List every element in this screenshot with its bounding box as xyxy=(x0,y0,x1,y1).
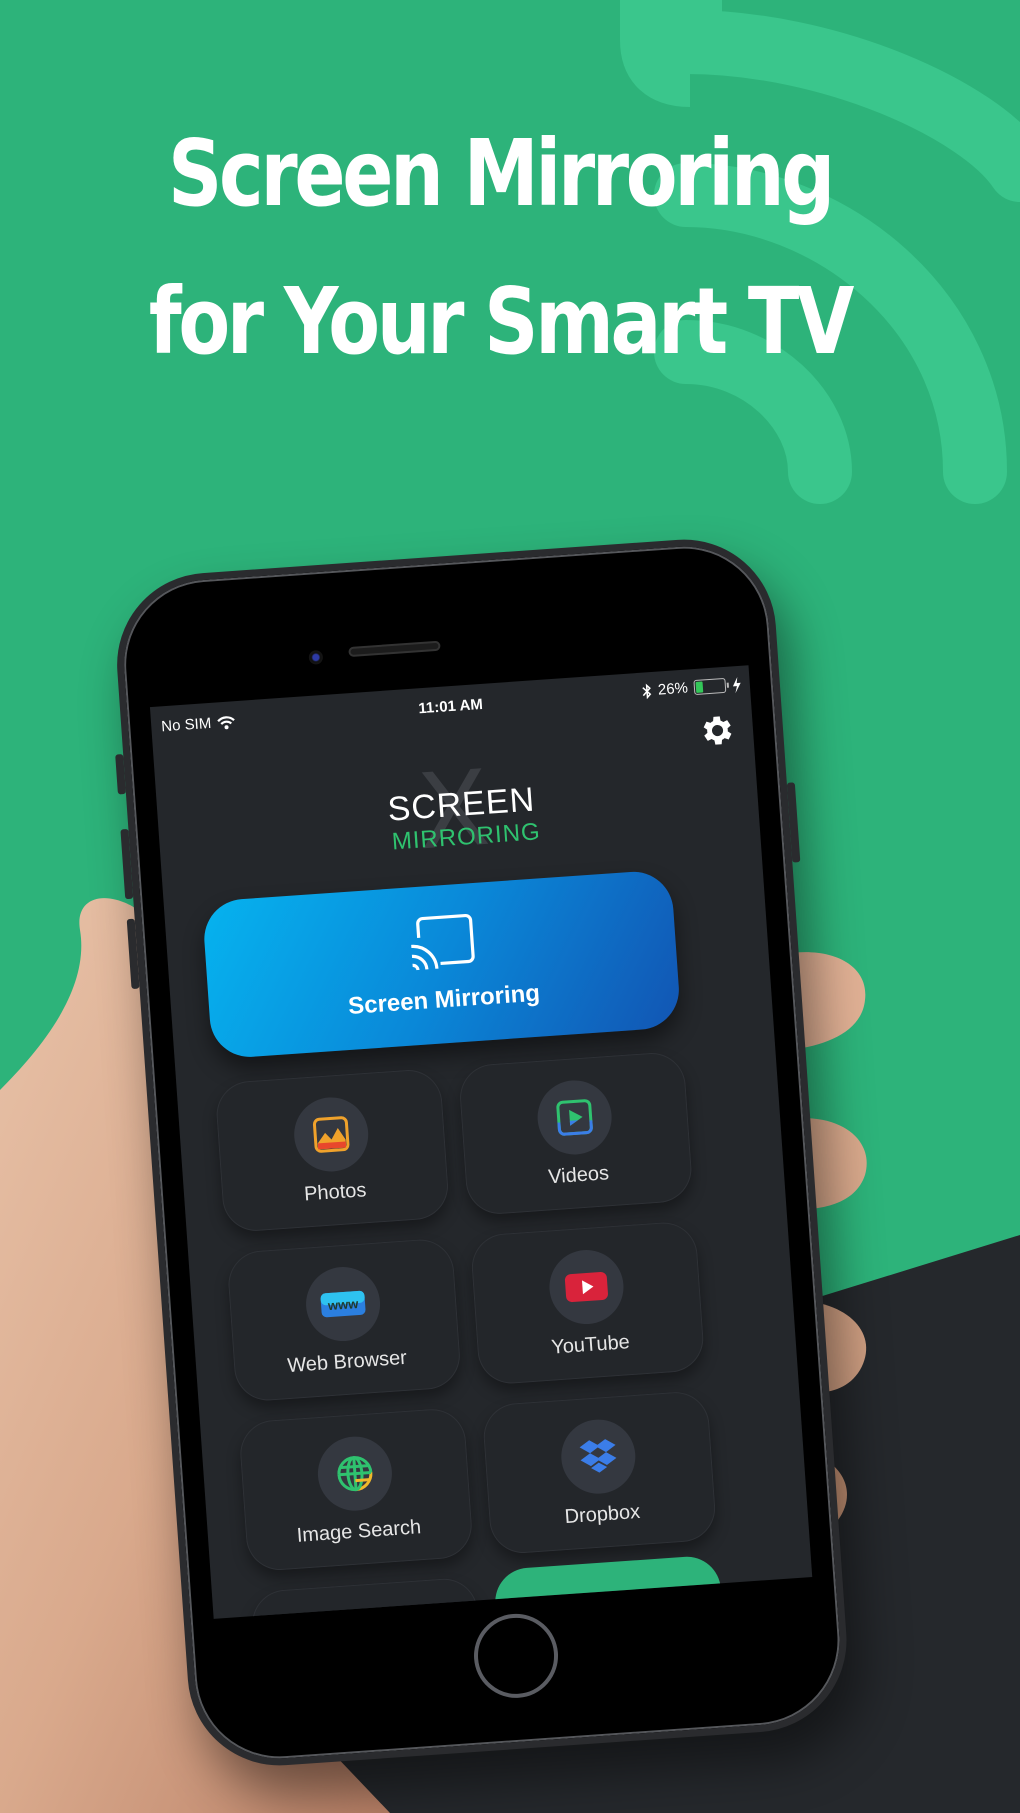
tile-web-browser[interactable]: www Web Browser xyxy=(226,1237,463,1403)
tile-label: YouTube xyxy=(550,1330,631,1359)
tile-videos[interactable]: Videos xyxy=(457,1050,694,1217)
dropbox-icon xyxy=(579,1438,617,1473)
tile-label: Videos xyxy=(547,1161,610,1188)
svg-text:www: www xyxy=(326,1295,359,1312)
screen-mirroring-button[interactable]: Screen Mirroring xyxy=(201,869,682,1060)
tile-dropbox[interactable]: Dropbox xyxy=(481,1389,718,1556)
bluetooth-icon xyxy=(642,683,652,699)
battery-percent: 26% xyxy=(657,679,689,699)
app-screen: No SIM 11:01 AM 26% X SCREEN MIRRORING S… xyxy=(149,665,813,1619)
video-play-icon xyxy=(556,1098,593,1136)
tile-youtube[interactable]: YouTube xyxy=(469,1220,706,1386)
cast-icon xyxy=(411,913,475,971)
photos-icon xyxy=(312,1115,350,1153)
gear-icon[interactable] xyxy=(696,710,737,751)
globe-icon xyxy=(337,1455,373,1491)
tile-label: Photos xyxy=(303,1178,368,1205)
tile-label: Web Browser xyxy=(286,1346,408,1377)
screen-mirroring-label: Screen Mirroring xyxy=(347,979,541,1020)
tile-label: Dropbox xyxy=(563,1500,641,1528)
youtube-icon xyxy=(564,1271,608,1302)
tile-photos[interactable]: Photos xyxy=(214,1067,451,1234)
tile-label: Image Search xyxy=(296,1515,422,1547)
phone-device: No SIM 11:01 AM 26% X SCREEN MIRRORING S… xyxy=(110,533,853,1772)
app-logo: X SCREEN MIRRORING xyxy=(355,747,561,874)
feature-grid: Photos Videos www Web Browser YouTube Im… xyxy=(214,1050,729,1619)
bolt-icon xyxy=(732,676,741,693)
battery-icon xyxy=(693,677,727,696)
battery-level xyxy=(695,681,704,693)
tile-image-search[interactable]: Image Search xyxy=(238,1406,474,1573)
www-icon: www xyxy=(320,1290,366,1317)
